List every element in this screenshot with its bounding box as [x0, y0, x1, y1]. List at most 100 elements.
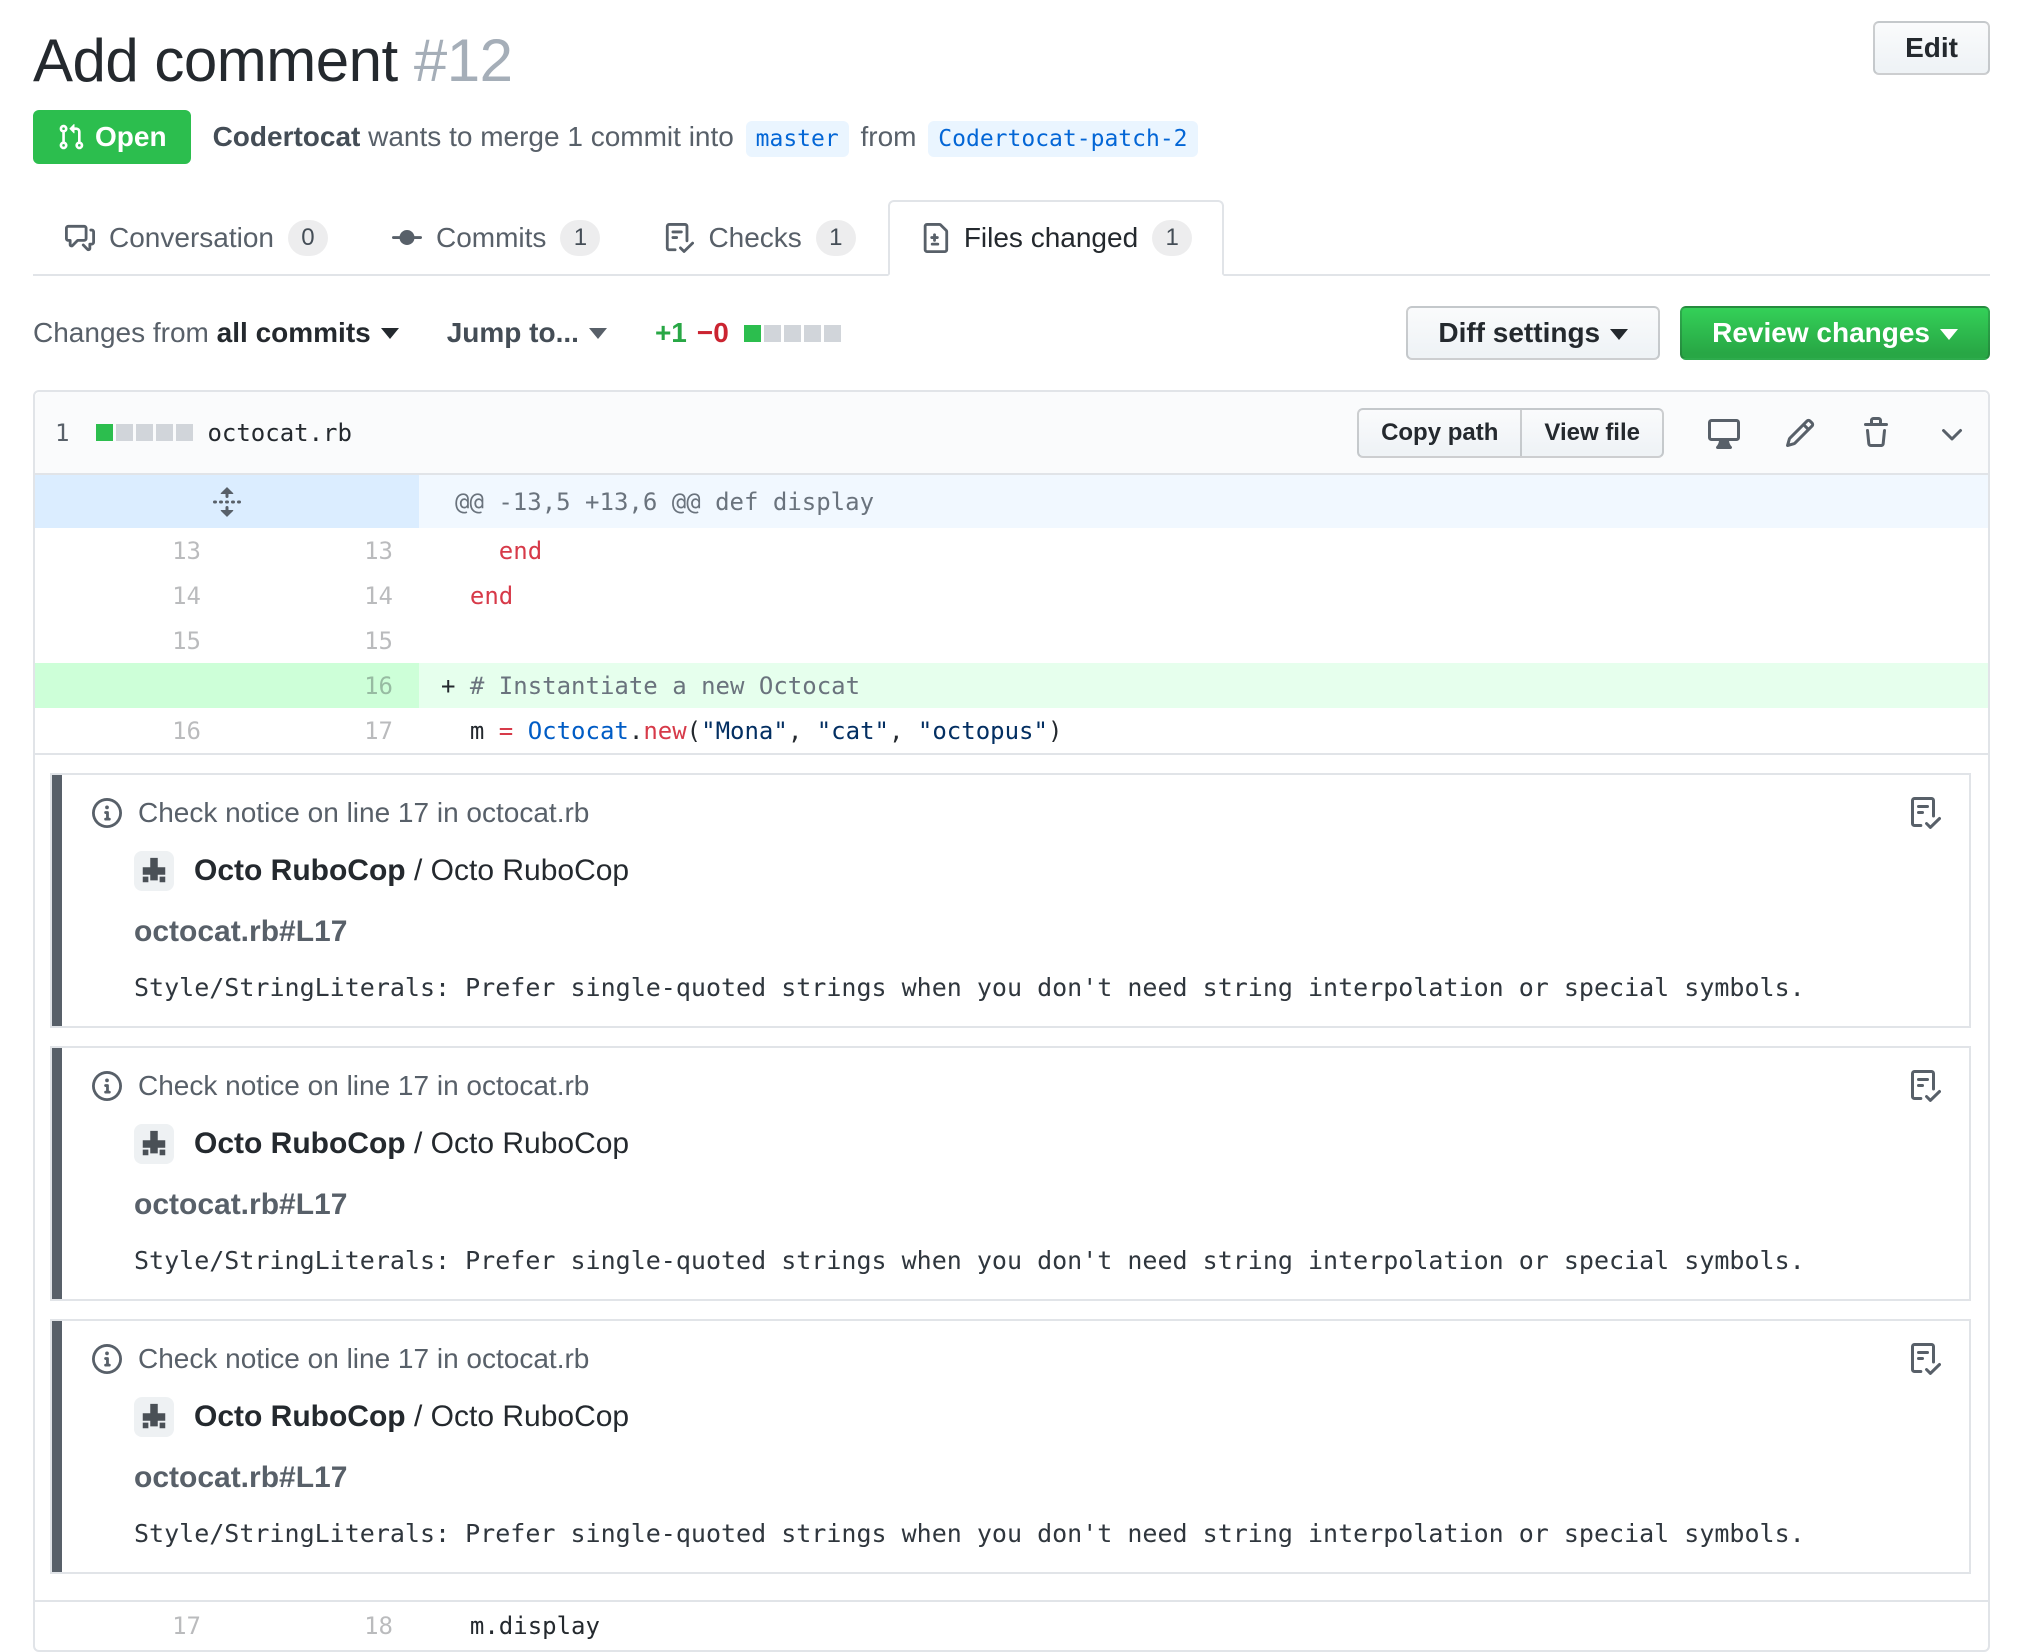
check-notice-message: Style/StringLiterals: Prefer single-quot…	[134, 1246, 1805, 1275]
caret-down-icon	[380, 327, 399, 339]
file-diff-container: 1 octocat.rb Copy path View file @@ -13,…	[33, 390, 1990, 1652]
tab-counter: 1	[815, 220, 856, 256]
delete-file-button[interactable]	[1860, 416, 1892, 449]
file-actions: Copy path View file	[1357, 407, 1968, 458]
check-notice-header: Check notice on line 17 in octocat.rb	[92, 1343, 1939, 1375]
page-title: Add comment #12	[33, 26, 1990, 96]
trash-icon	[1864, 416, 1888, 447]
diff-row: 16 17 m = Octocat. new("Mona", "cat", "oc…	[35, 708, 1988, 753]
diff-toolbar-actions: Diff settings Review changes	[1406, 306, 1990, 360]
check-notice-header: Check notice on line 17 in octocat.rb	[92, 1070, 1939, 1102]
diff-row: 15 15	[35, 618, 1988, 663]
jump-to-dropdown[interactable]: Jump to...	[447, 317, 607, 349]
edit-button[interactable]: Edit	[1873, 21, 1990, 75]
code-line[interactable]: + # Instantiate a new Octocat	[419, 663, 1988, 708]
old-line-number[interactable]: 15	[35, 618, 227, 663]
git-commit-icon	[391, 230, 422, 246]
check-app-row: Octo RuboCop / Octo RuboCop	[134, 1397, 1939, 1437]
view-check-button[interactable]	[1909, 797, 1942, 829]
old-line-number[interactable]: 17	[35, 1602, 227, 1650]
pr-author[interactable]: Codertocat	[213, 121, 361, 152]
pr-tabs: Conversation 0 Commits 1 Checks 1 Files …	[33, 200, 1990, 276]
expand-hunk-button[interactable]	[35, 475, 419, 528]
rubocop-app-icon	[142, 1130, 166, 1156]
check-notice-body: Octo RuboCop / Octo RuboCop octocat.rb#L…	[134, 851, 1939, 1002]
old-line-number[interactable]: 14	[35, 573, 227, 618]
diff-toolbar: Changes from all commits Jump to... +1 −…	[33, 306, 1990, 360]
git-pull-request-icon	[59, 124, 84, 150]
view-check-button[interactable]	[1909, 1070, 1942, 1102]
unfold-icon	[213, 486, 241, 517]
deletions-count: −0	[696, 317, 729, 348]
changes-from-value: all commits	[216, 317, 371, 348]
file-button-group: Copy path View file	[1357, 407, 1664, 458]
check-app-row: Octo RuboCop / Octo RuboCop	[134, 851, 1939, 891]
view-check-button[interactable]	[1909, 1343, 1942, 1375]
pr-number: #12	[413, 27, 513, 94]
avatar	[134, 1124, 174, 1164]
code-line[interactable]: end	[419, 528, 1988, 573]
old-line-number[interactable]	[35, 663, 227, 708]
diff-settings-button[interactable]: Diff settings	[1406, 306, 1661, 360]
new-line-number[interactable]: 18	[227, 1602, 419, 1650]
pr-meta-row: Open Codertocat wants to merge 1 commit …	[33, 110, 1990, 164]
check-notice-location: octocat.rb#L17	[134, 915, 348, 948]
copy-path-button[interactable]: Copy path	[1357, 407, 1523, 458]
code-line[interactable]	[419, 618, 1988, 663]
additions-count: +1	[654, 317, 687, 348]
code-line[interactable]: m = Octocat. new("Mona", "cat", "octopus"…	[419, 708, 1988, 753]
collapse-file-button[interactable]	[1936, 417, 1968, 449]
caret-down-icon	[1610, 329, 1629, 341]
checklist-icon	[1911, 797, 1942, 829]
check-notice-box: Check notice on line 17 in octocat.rb Oc…	[50, 773, 1971, 1028]
head-branch-label[interactable]: Codertocat-patch-2	[928, 121, 1198, 157]
check-app-row: Octo RuboCop / Octo RuboCop	[134, 1124, 1939, 1164]
file-name[interactable]: octocat.rb	[207, 419, 352, 447]
check-app-name[interactable]: Octo RuboCop / Octo RuboCop	[194, 1127, 629, 1161]
tab-counter: 1	[1152, 220, 1193, 256]
old-line-number[interactable]: 16	[35, 708, 227, 753]
caret-down-icon	[588, 327, 607, 339]
checklist-icon	[1911, 1343, 1942, 1375]
code-line[interactable]: end	[419, 573, 1988, 618]
new-line-number[interactable]: 16	[227, 663, 419, 708]
rich-diff-button[interactable]	[1708, 417, 1740, 449]
tab-conversation[interactable]: Conversation 0	[33, 200, 360, 276]
check-app-name[interactable]: Octo RuboCop / Octo RuboCop	[194, 1400, 629, 1434]
tab-checks[interactable]: Checks 1	[632, 200, 887, 276]
changes-from-dropdown[interactable]: Changes from all commits	[33, 317, 399, 349]
chevron-down-icon	[1942, 428, 1962, 440]
new-line-number[interactable]: 14	[227, 573, 419, 618]
check-app-name[interactable]: Octo RuboCop / Octo RuboCop	[194, 854, 629, 888]
check-notice-message: Style/StringLiterals: Prefer single-quot…	[134, 973, 1805, 1002]
new-line-number[interactable]: 13	[227, 528, 419, 573]
code-line[interactable]: m.display	[419, 1602, 1988, 1650]
check-notice-location: octocat.rb#L17	[134, 1188, 348, 1221]
diffstat-blocks	[741, 324, 841, 342]
info-icon	[92, 1071, 122, 1101]
file-changed-count: 1	[55, 418, 70, 447]
tab-label: Checks	[708, 222, 802, 253]
review-changes-button[interactable]: Review changes	[1680, 306, 1990, 360]
rubocop-app-icon	[142, 857, 166, 883]
hunk-header-row: @@ -13,5 +13,6 @@ def display	[35, 475, 1988, 528]
comment-discussion-icon	[65, 224, 95, 252]
edit-file-button[interactable]	[1784, 417, 1816, 449]
tab-commits[interactable]: Commits 1	[360, 200, 632, 276]
view-file-button[interactable]: View file	[1522, 407, 1664, 458]
check-annotations-section: Check notice on line 17 in octocat.rb Oc…	[35, 753, 1988, 1600]
info-icon	[92, 798, 122, 828]
tab-files-changed[interactable]: Files changed 1	[887, 200, 1225, 276]
new-line-number[interactable]: 17	[227, 708, 419, 753]
caret-down-icon	[1940, 329, 1958, 341]
file-diffstat-blocks	[93, 424, 194, 441]
tab-counter: 1	[560, 220, 601, 256]
check-notice-location: octocat.rb#L17	[134, 1461, 348, 1494]
diff-row: 14 14 end	[35, 573, 1988, 618]
pr-title-text: Add comment	[33, 27, 398, 94]
diff-row: 17 18 m.display	[35, 1602, 1988, 1650]
new-line-number[interactable]: 15	[227, 618, 419, 663]
jump-to-label: Jump to...	[446, 317, 579, 348]
base-branch-label[interactable]: master	[745, 121, 849, 157]
old-line-number[interactable]: 13	[35, 528, 227, 573]
